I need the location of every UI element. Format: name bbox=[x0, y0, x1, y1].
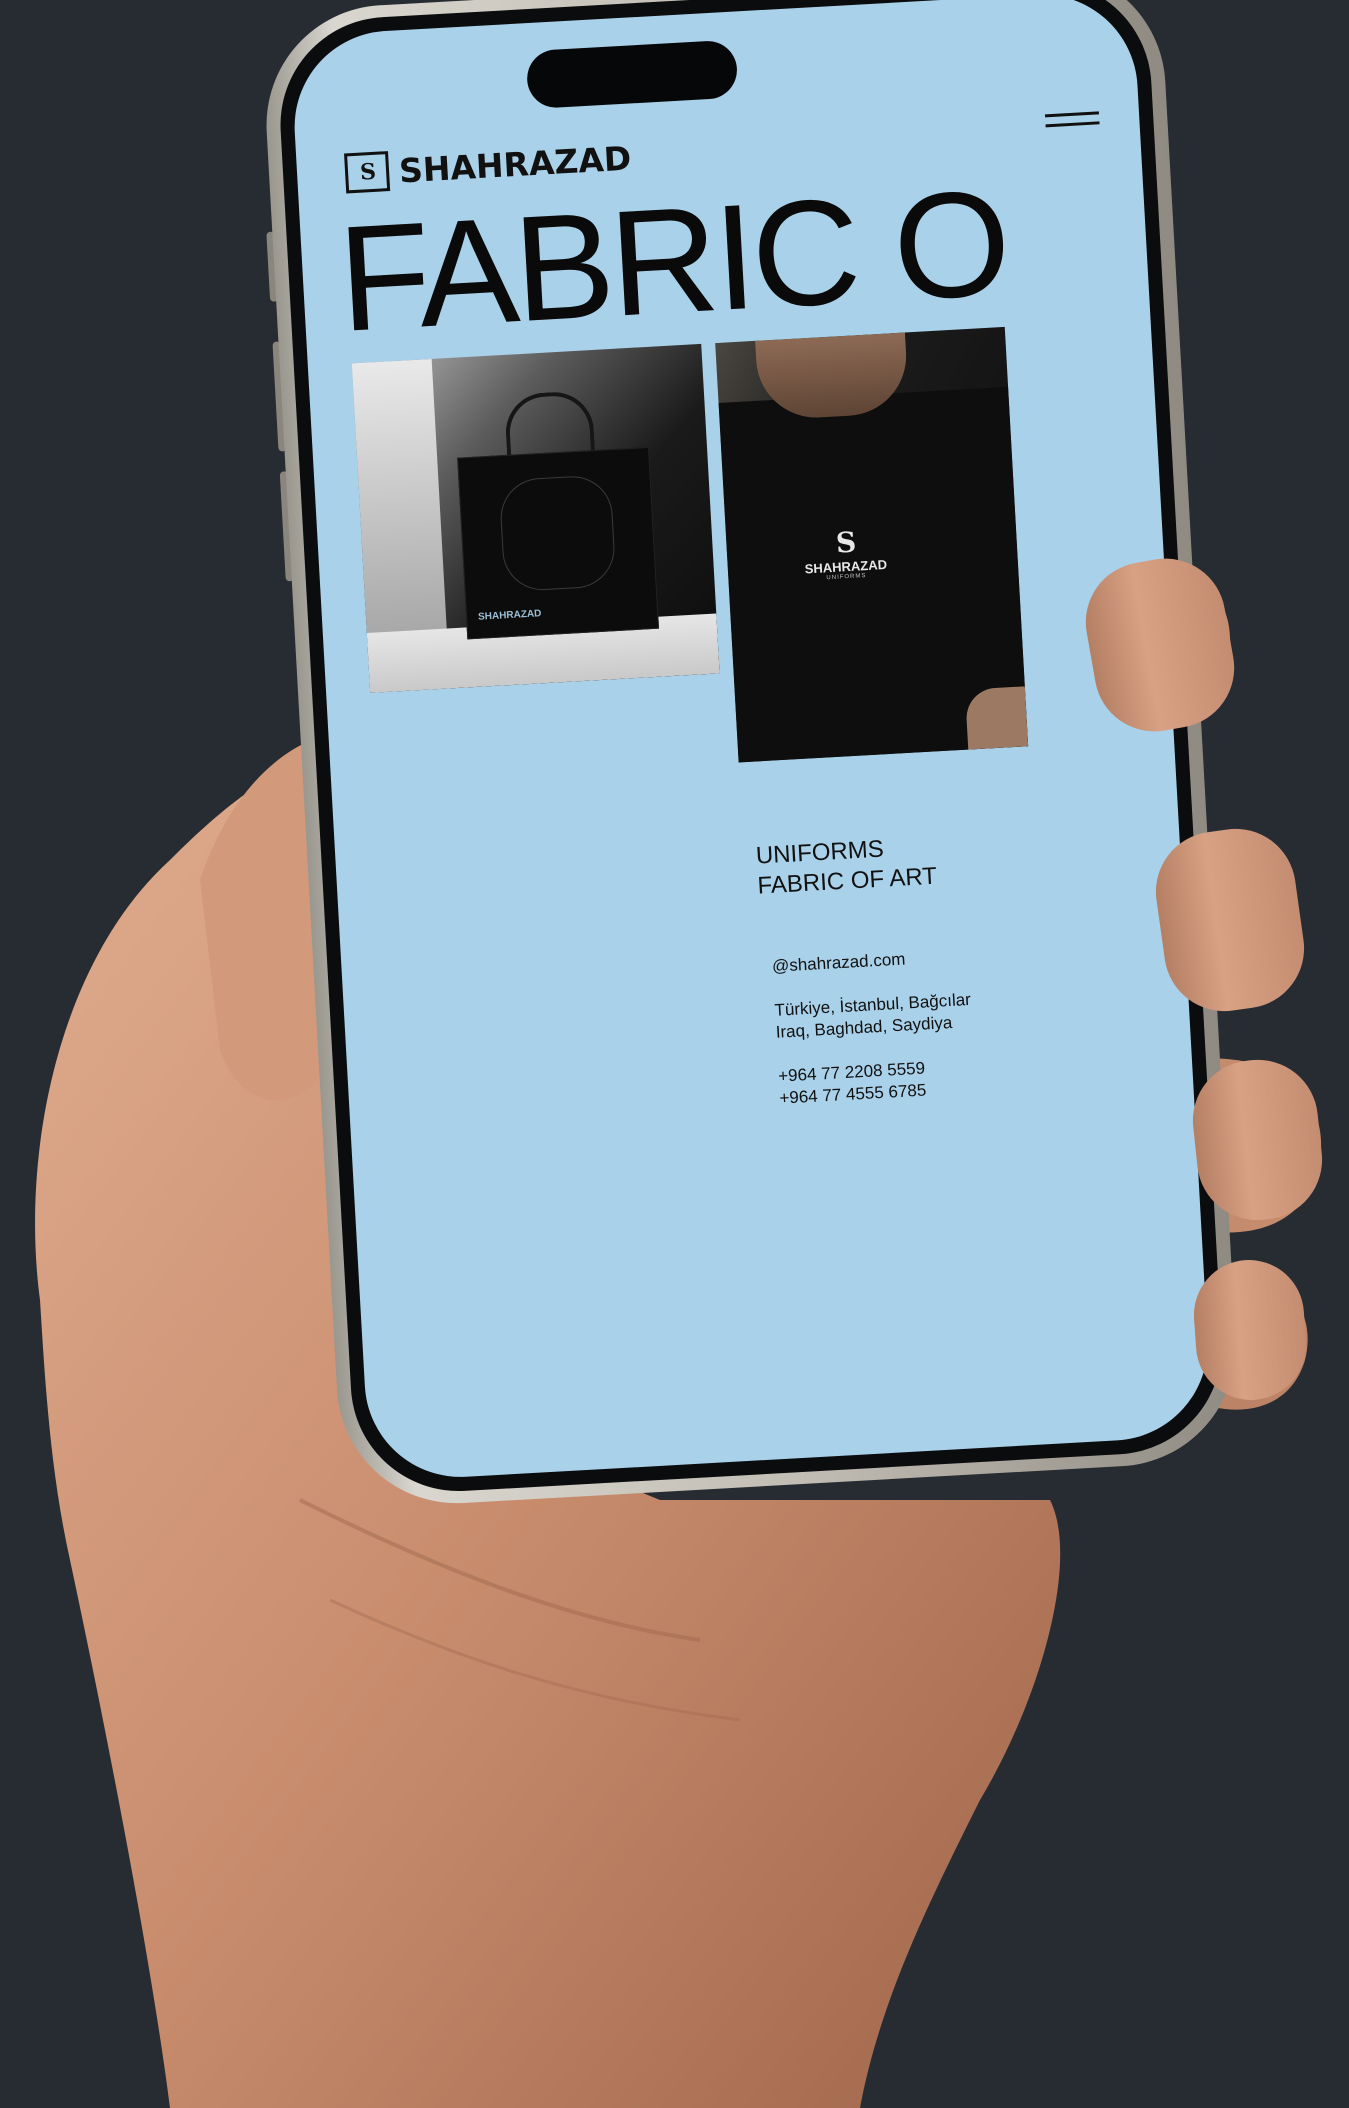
bag-pattern bbox=[498, 474, 617, 593]
hero-headline: FABRIC O bbox=[334, 157, 1011, 363]
tagline: UNIFORMS FABRIC OF ART bbox=[755, 832, 938, 902]
phone-screen: S SHAHRAZAD FABRIC O SHAHRAZAD S SHAHRAZ… bbox=[289, 0, 1213, 1483]
shopping-bag-photo: SHAHRAZAD bbox=[351, 343, 720, 693]
model-arm bbox=[964, 686, 1029, 750]
scene: S SHAHRAZAD FABRIC O SHAHRAZAD S SHAHRAZ… bbox=[0, 0, 1349, 2108]
dynamic-island bbox=[525, 39, 739, 110]
contact-info: @shahrazad.com Türkiye, İstanbul, Bağcıl… bbox=[771, 945, 976, 1110]
menu-icon[interactable] bbox=[1044, 109, 1100, 130]
tshirt-photo: S SHAHRAZAD UNIFORMS bbox=[715, 326, 1029, 763]
phone-mockup: S SHAHRAZAD FABRIC O SHAHRAZAD S SHAHRAZ… bbox=[260, 0, 1333, 1530]
logo-mark-icon: S bbox=[344, 151, 391, 194]
shirt-logo: S SHAHRAZAD UNIFORMS bbox=[784, 523, 907, 584]
